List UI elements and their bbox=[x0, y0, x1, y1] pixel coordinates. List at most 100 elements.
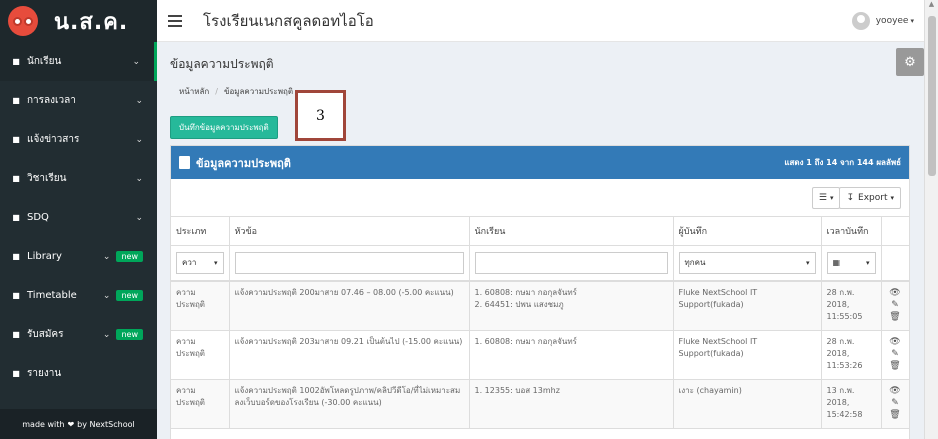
date-filter-button[interactable]: ▦ ▾ bbox=[826, 251, 876, 274]
caret-down-icon: ▾ bbox=[890, 193, 894, 202]
edit-pencil-icon[interactable]: ✎ bbox=[891, 348, 899, 360]
clipboard-icon: ■ bbox=[12, 213, 20, 222]
cell-topic: แจ้งความประพฤติ 203มาสาย 09.21 เป็นต้นไป… bbox=[229, 330, 470, 380]
brand-title: น.ส.ค. bbox=[54, 9, 129, 35]
export-label: Export bbox=[858, 192, 888, 203]
scroll-up-icon[interactable]: ▲ bbox=[925, 0, 938, 14]
hamburger-menu-icon[interactable] bbox=[168, 12, 182, 30]
cell-time: 13 ก.พ. 2018, 15:42:58 bbox=[821, 379, 882, 429]
sidebar-item[interactable]: ■ รายงาน bbox=[0, 354, 157, 393]
table-row[interactable]: ความประพฤติ แจ้งความประพฤติ 200มาสาย 07.4… bbox=[171, 281, 910, 331]
chevron-down-icon: ⌄ bbox=[102, 290, 111, 301]
scroll-thumb[interactable] bbox=[928, 16, 936, 176]
caret-down-icon: ▾ bbox=[865, 258, 870, 267]
chevron-down-icon: ⌄ bbox=[102, 251, 111, 262]
student-entry: 1. 12355: บอส 13mhz bbox=[474, 385, 560, 395]
columns-toggle-button[interactable]: ☰ ▾ bbox=[811, 186, 841, 209]
sidebar-item[interactable]: ■ การลงเวลา ⌄ bbox=[0, 81, 157, 120]
col-student[interactable]: นักเรียน bbox=[469, 217, 674, 246]
sidebar-item[interactable]: ■ นักเรียน ⌄ bbox=[0, 42, 157, 81]
panel-title: ข้อมูลความประพฤติ bbox=[196, 156, 291, 170]
sidebar-item[interactable]: ■ SDQ ⌄ bbox=[0, 198, 157, 237]
brand[interactable]: น.ส.ค. bbox=[0, 0, 157, 42]
download-icon: ↧ bbox=[846, 192, 855, 203]
col-recorder[interactable]: ผู้บันทึก bbox=[673, 217, 822, 246]
user-menu[interactable]: yooyee ▾ bbox=[851, 11, 914, 30]
sidebar-item-label: การลงเวลา bbox=[27, 95, 76, 106]
table-header-row: ประเภท หัวข้อ นักเรียน ผู้บันทึก เวลาบัน… bbox=[171, 217, 909, 246]
cell-topic: แจ้งความประพฤติ 1002อัพโหลดรูปภาพ/คลิปวี… bbox=[229, 379, 470, 429]
cell-students: 1. 60808: กษมา กอกุลจันทร์ 2. 64451: ปพน … bbox=[469, 281, 674, 331]
breadcrumb: หน้าหลัก / ข้อมูลความประพฤติ bbox=[170, 80, 910, 102]
chevron-down-icon: ⌄ bbox=[132, 56, 140, 67]
col-topic[interactable]: หัวข้อ bbox=[229, 217, 470, 246]
breadcrumb-separator: / bbox=[215, 86, 218, 96]
chevron-down-icon: ⌄ bbox=[135, 212, 143, 223]
view-eye-icon[interactable]: 👁 bbox=[889, 336, 900, 348]
avatar bbox=[851, 11, 870, 30]
cell-topic: แจ้งความประพฤติ 200มาสาย 07.46 – 08.00 (… bbox=[229, 281, 470, 331]
col-type[interactable]: ประเภท bbox=[171, 217, 230, 246]
cell-actions: 👁 ✎ 🗑 bbox=[881, 281, 910, 331]
topic-filter-input[interactable] bbox=[234, 251, 464, 274]
page-scrollbar[interactable]: ▲ bbox=[924, 0, 938, 439]
chevron-down-icon: ⌄ bbox=[102, 329, 111, 340]
breadcrumb-home[interactable]: หน้าหลัก bbox=[179, 85, 209, 98]
page-title: ข้อมูลความประพฤติ bbox=[170, 57, 274, 71]
caret-down-icon: ▾ bbox=[910, 16, 914, 25]
col-actions bbox=[881, 217, 909, 246]
calendar-icon: ■ bbox=[12, 174, 20, 183]
footer-prefix: made with bbox=[22, 419, 65, 429]
sidebar-item[interactable]: ■ Library ⌄ new bbox=[0, 237, 157, 276]
delete-trash-icon[interactable]: 🗑 bbox=[889, 409, 900, 421]
export-button[interactable]: ↧ Export ▾ bbox=[839, 186, 901, 209]
sidebar-item[interactable]: ■ วิชาเรียน ⌄ bbox=[0, 159, 157, 198]
cell-recorder: Fluke NextSchool IT Support(fukada) bbox=[673, 330, 822, 380]
cell-students: 1. 12355: บอส 13mhz bbox=[469, 379, 674, 429]
delete-trash-icon[interactable]: 🗑 bbox=[889, 311, 900, 323]
table-toolbar: ☰ ▾ ↧ Export ▾ bbox=[171, 179, 909, 217]
footer-suffix: by NextSchool bbox=[77, 419, 135, 429]
sidebar-item-label: รายงาน bbox=[27, 368, 62, 379]
add-behavior-button[interactable]: บันทึกข้อมูลความประพฤติ bbox=[170, 116, 278, 139]
cell-students: 1. 60808: กษมา กอกุลจันทร์ bbox=[469, 330, 674, 380]
heart-icon: ❤ bbox=[67, 419, 75, 429]
sidebar-item-label: แจ้งข่าวสาร bbox=[27, 134, 80, 145]
settings-gear-icon[interactable]: ⚙ bbox=[896, 48, 924, 76]
caret-down-icon: ▾ bbox=[213, 258, 218, 267]
bullhorn-icon: ■ bbox=[12, 135, 20, 144]
sidebar: น.ส.ค. ■ นักเรียน ⌄ ■ การลงเวลา ⌄ ■ แจ้งข่าวสาร… bbox=[0, 0, 157, 439]
new-badge: new bbox=[116, 329, 143, 340]
student-filter-input[interactable] bbox=[474, 251, 668, 274]
table-row[interactable]: ความประพฤติ แจ้งความประพฤติ 203มาสาย 09.2… bbox=[171, 330, 910, 380]
student-entry: 1. 60808: กษมา กอกุลจันทร์ bbox=[474, 336, 577, 346]
type-filter-value: ควา bbox=[182, 258, 197, 268]
edit-pencil-icon[interactable]: ✎ bbox=[891, 397, 899, 409]
cell-time: 28 ก.พ. 2018, 11:53:26 bbox=[821, 330, 882, 380]
sidebar-item[interactable]: ■ รับสมัคร ⌄ new bbox=[0, 315, 157, 354]
student-entry: 2. 64451: ปพน แสงชมภู bbox=[474, 300, 564, 309]
student-entry: 1. 60808: กษมา กอกุลจันทร์ bbox=[474, 288, 577, 297]
sidebar-item-label: Timetable bbox=[27, 290, 77, 301]
view-eye-icon[interactable]: 👁 bbox=[889, 287, 900, 299]
content-area: ข้อมูลความประพฤติ ⚙ หน้าหลัก / ข้อมูลควา… bbox=[157, 42, 924, 439]
sidebar-item[interactable]: ■ แจ้งข่าวสาร ⌄ bbox=[0, 120, 157, 159]
sidebar-item[interactable]: ■ Timetable ⌄ new bbox=[0, 276, 157, 315]
recorder-filter-select[interactable]: ทุกคน ▾ bbox=[678, 251, 816, 274]
edit-pencil-icon[interactable]: ✎ bbox=[891, 299, 899, 311]
new-badge: new bbox=[116, 251, 143, 262]
cell-type: ความประพฤติ bbox=[171, 379, 230, 429]
annotation-box: 3 bbox=[295, 90, 346, 141]
view-eye-icon[interactable]: 👁 bbox=[889, 385, 900, 397]
sidebar-item-label: นักเรียน bbox=[27, 56, 62, 67]
col-time[interactable]: เวลาบันทึก bbox=[821, 217, 882, 246]
chevron-down-icon: ⌄ bbox=[135, 95, 143, 106]
table-row[interactable]: ความประพฤติ แจ้งความประพฤติ 1002อัพโหลดรู… bbox=[171, 379, 910, 429]
cell-actions: 👁 ✎ 🗑 bbox=[881, 379, 910, 429]
delete-trash-icon[interactable]: 🗑 bbox=[889, 360, 900, 372]
type-filter-select[interactable]: ควา ▾ bbox=[176, 251, 224, 274]
owl-logo-icon bbox=[8, 6, 38, 36]
sidebar-item-label: รับสมัคร bbox=[27, 329, 64, 340]
table-icon: ■ bbox=[12, 291, 20, 300]
sidebar-item-label: SDQ bbox=[27, 212, 49, 223]
